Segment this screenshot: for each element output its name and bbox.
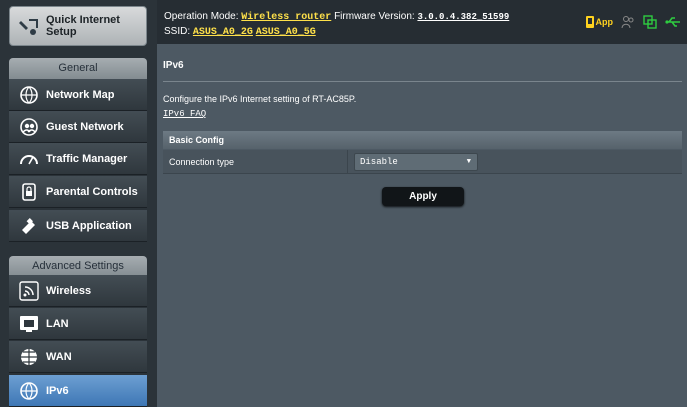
sidebar-item-guest-network[interactable]: Guest Network <box>9 111 147 143</box>
ipv6-icon <box>20 382 38 400</box>
operation-mode-link[interactable]: Wireless router <box>241 12 331 23</box>
wand-icon <box>19 19 38 35</box>
wireless-icon <box>19 281 39 301</box>
sidebar-item-wireless[interactable]: Wireless <box>9 275 147 307</box>
firmware-label: Firmware Version: <box>334 11 415 22</box>
basic-config-header: Basic Config <box>163 131 682 149</box>
sidebar-item-label: WAN <box>46 351 72 363</box>
traffic-manager-icon <box>20 155 38 165</box>
operation-mode-line: Operation Mode: Wireless router Firmware… <box>164 11 509 23</box>
connection-type-select[interactable]: Disable ▼ <box>354 153 478 171</box>
sidebar-item-parental-controls[interactable]: Parental Controls <box>9 176 147 208</box>
chevron-down-icon: ▼ <box>466 158 471 166</box>
network-status-icon[interactable] <box>643 15 657 29</box>
sidebar-item-usb-application[interactable]: USB Application <box>9 210 147 242</box>
quick-internet-setup-label: Quick Internet Setup <box>46 14 120 38</box>
sidebar-item-label: Parental Controls <box>46 186 138 198</box>
title-divider <box>163 81 682 82</box>
connection-type-label: Connection type <box>169 157 235 167</box>
sidebar-item-lan[interactable]: LAN <box>9 308 147 340</box>
page-description: Configure the IPv6 Internet setting of R… <box>163 94 357 104</box>
sidebar-item-label: Traffic Manager <box>46 153 128 165</box>
ipv6-faq-link[interactable]: IPv6 FAQ <box>163 109 206 119</box>
status-icons: App <box>585 14 682 30</box>
sidebar-item-label: LAN <box>46 318 69 330</box>
sidebar-item-label: IPv6 <box>46 385 69 397</box>
ssid-2g-link[interactable]: ASUS_A0_2G <box>193 27 253 38</box>
sidebar-item-wan[interactable]: WAN <box>9 341 147 373</box>
apply-button[interactable]: Apply <box>382 187 464 206</box>
sidebar-item-label: USB Application <box>46 220 132 232</box>
sidebar-item-traffic-manager[interactable]: Traffic Manager <box>9 143 147 175</box>
firmware-version-link[interactable]: 3.0.0.4.382_51599 <box>417 12 509 22</box>
quick-internet-setup-button[interactable]: Quick Internet Setup <box>9 6 147 46</box>
app-qr-icon <box>585 16 594 28</box>
main-content: IPv6 Configure the IPv6 Internet setting… <box>157 44 687 407</box>
wan-icon <box>21 349 37 365</box>
sidebar-item-label: Guest Network <box>46 121 124 133</box>
app-button[interactable]: App <box>585 16 614 28</box>
top-status-bar: Operation Mode: Wireless router Firmware… <box>157 0 687 44</box>
lan-icon <box>20 316 38 332</box>
usb-application-icon <box>22 218 35 234</box>
connection-type-row: Connection type Disable ▼ <box>163 150 682 174</box>
usb-status-icon[interactable] <box>665 16 681 28</box>
general-section-header: General <box>9 58 147 79</box>
sidebar-item-network-map[interactable]: Network Map <box>9 79 147 111</box>
network-map-icon <box>20 86 38 104</box>
clients-icon[interactable] <box>621 15 635 29</box>
ssid-line: SSID: ASUS_A0_2G ASUS_A0_5G <box>164 26 316 38</box>
ssid-label: SSID: <box>164 26 191 37</box>
ssid-5g-link[interactable]: ASUS_A0_5G <box>256 27 316 38</box>
connection-type-value: Disable <box>360 157 398 167</box>
advanced-settings-section-header: Advanced Settings <box>9 256 147 277</box>
guest-network-icon <box>20 118 38 136</box>
operation-mode-label: Operation Mode: <box>164 11 239 22</box>
page-title: IPv6 <box>163 60 184 71</box>
app-label: App <box>595 17 614 27</box>
sidebar: Quick Internet Setup General Network Map… <box>0 0 157 407</box>
sidebar-item-label: Network Map <box>46 89 115 101</box>
sidebar-item-ipv6[interactable]: IPv6 <box>9 375 147 407</box>
parental-controls-icon <box>22 183 36 201</box>
row-divider <box>347 150 348 173</box>
sidebar-item-label: Wireless <box>46 285 92 297</box>
